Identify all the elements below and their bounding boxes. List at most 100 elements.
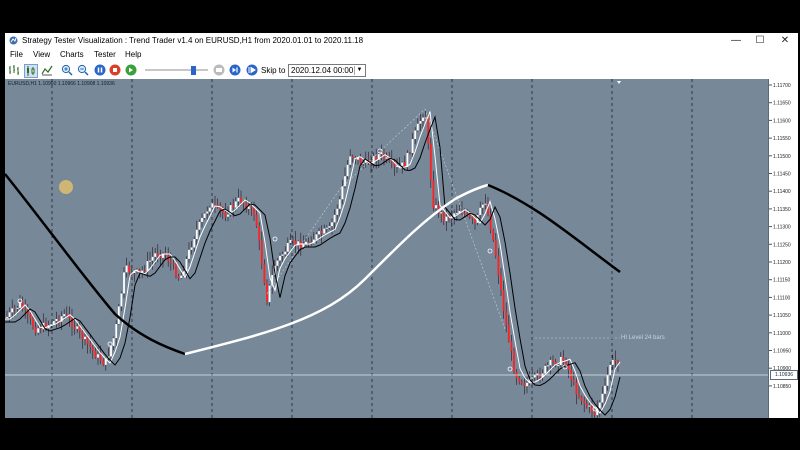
minimize-button[interactable]: — xyxy=(724,34,748,48)
bull-candle xyxy=(346,164,349,177)
bear-candle xyxy=(224,212,227,217)
toolbar: Skip to 2020.12.04 00:00 ▼ xyxy=(5,61,798,80)
bear-candle xyxy=(497,255,500,276)
maximize-button[interactable]: ☐ xyxy=(748,34,772,48)
bear-candle xyxy=(520,381,523,384)
bear-candle xyxy=(240,197,242,203)
bear-candle xyxy=(375,156,378,160)
bear-candle xyxy=(253,207,255,215)
bear-candle xyxy=(73,327,76,329)
bull-candle xyxy=(63,314,66,317)
bull-candle xyxy=(146,261,149,271)
bull-candle xyxy=(279,255,281,261)
bull-candle xyxy=(481,204,484,208)
bear-candle xyxy=(572,379,575,383)
fast-line xyxy=(5,111,621,414)
bear-candle xyxy=(263,264,266,284)
bear-candle xyxy=(502,289,505,312)
bull-candle xyxy=(416,123,419,131)
bull-candle xyxy=(208,207,211,212)
speed-slider-thumb[interactable] xyxy=(191,66,196,75)
bull-candle xyxy=(318,231,320,235)
menu-help[interactable]: Help xyxy=(125,50,141,59)
bull-candle xyxy=(341,186,344,200)
bear-candle xyxy=(442,212,445,222)
price-label: 1.11100 xyxy=(773,295,791,301)
pause-icon[interactable] xyxy=(94,64,106,76)
skip-to-icon[interactable] xyxy=(246,64,258,76)
bull-candle xyxy=(338,199,341,209)
bull-candle xyxy=(604,385,606,394)
zoom-in-icon[interactable] xyxy=(61,64,73,76)
bull-candle xyxy=(16,307,19,309)
bear-candle xyxy=(175,264,177,277)
bear-candle xyxy=(24,308,27,310)
bear-candle xyxy=(292,240,294,242)
bear-candle xyxy=(463,213,466,215)
bull-candle xyxy=(37,328,40,333)
bull-candle xyxy=(52,321,55,325)
bull-candle xyxy=(455,213,458,215)
skip-forward-icon[interactable] xyxy=(229,64,241,76)
bear-candle xyxy=(518,377,521,382)
signal-marker xyxy=(272,236,278,242)
menu-view[interactable]: View xyxy=(33,50,50,59)
bull-candle xyxy=(8,312,11,317)
bear-candle xyxy=(34,327,37,333)
bull-candle xyxy=(440,212,443,214)
menu-file[interactable]: File xyxy=(10,50,23,59)
price-label: 1.11700 xyxy=(773,83,791,89)
bear-candle xyxy=(214,203,216,205)
stop-icon[interactable] xyxy=(109,64,121,76)
bear-candle xyxy=(567,365,570,370)
bull-candle xyxy=(609,364,612,376)
menu-tester[interactable]: Tester xyxy=(94,50,116,59)
bear-candle xyxy=(320,231,323,234)
menu-charts[interactable]: Charts xyxy=(60,50,84,59)
bull-candle xyxy=(424,117,427,119)
bear-candle xyxy=(505,311,508,325)
bear-candle xyxy=(500,275,502,290)
bull-candle xyxy=(201,218,203,222)
bear-candle xyxy=(307,241,310,243)
bull-candle xyxy=(206,211,209,214)
bear-candle xyxy=(172,263,175,265)
bear-candle xyxy=(552,359,554,362)
bull-candle xyxy=(544,365,547,374)
bear-candle xyxy=(255,214,258,227)
bull-candle xyxy=(559,356,562,366)
bull-candle xyxy=(188,249,190,259)
speed-slider[interactable] xyxy=(145,66,208,75)
bull-candle xyxy=(325,227,328,229)
zoom-out-icon[interactable] xyxy=(77,64,89,76)
close-button[interactable]: ✕ xyxy=(773,34,797,48)
price-chart[interactable]: EURUSD,H1 1.10960 1.10966 1.10908 1.1093… xyxy=(5,79,768,418)
bear-candle xyxy=(250,206,253,208)
bear-candle xyxy=(510,341,513,351)
trend-line xyxy=(424,108,506,330)
bull-candle xyxy=(331,222,333,227)
candlestick-icon[interactable] xyxy=(24,64,38,78)
bull-candle xyxy=(6,316,8,318)
bull-candle xyxy=(154,253,157,257)
bear-candle xyxy=(562,356,565,361)
skip-to-date-select[interactable]: 2020.12.04 00:00 ▼ xyxy=(288,64,366,77)
bull-candle xyxy=(234,201,237,208)
bull-candle xyxy=(484,203,487,205)
bear-candle xyxy=(578,394,580,397)
bull-candle xyxy=(598,402,601,409)
bull-candle xyxy=(557,365,560,367)
step-forward-icon[interactable] xyxy=(125,64,137,76)
bull-candle xyxy=(115,324,118,339)
trend-line xyxy=(266,108,426,295)
bull-candle xyxy=(588,405,591,407)
bear-candle xyxy=(260,240,263,265)
window-title: Strategy Tester Visualization : Trend Tr… xyxy=(22,36,364,45)
bull-candle xyxy=(84,336,86,340)
signal-marker xyxy=(507,366,513,372)
chevron-down-icon[interactable]: ▼ xyxy=(354,66,364,75)
line-chart-icon[interactable] xyxy=(41,64,53,76)
bar-chart-icon[interactable] xyxy=(8,64,20,76)
bull-candle xyxy=(546,365,549,367)
screenshot-icon[interactable] xyxy=(213,64,225,76)
